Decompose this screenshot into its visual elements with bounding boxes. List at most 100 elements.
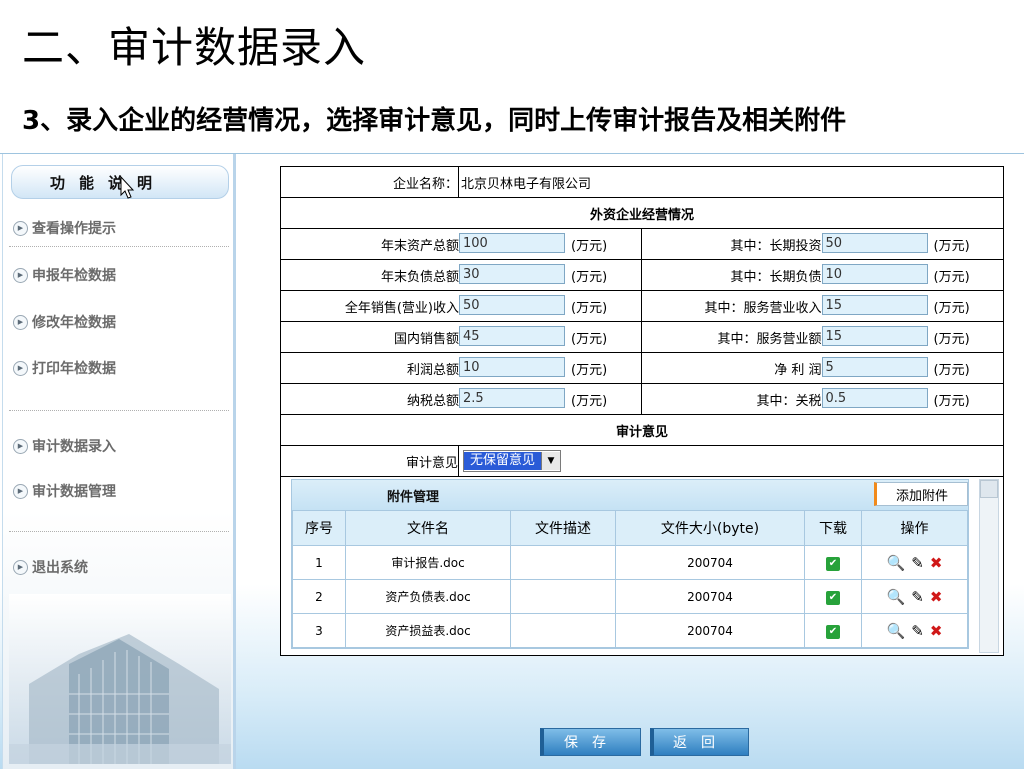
amount-input[interactable]: [459, 326, 565, 346]
sidebar-item-audit-manage[interactable]: ▶ 审计数据管理: [13, 480, 116, 502]
slide-subtitle: 3、录入企业的经营情况，选择审计意见，同时上传审计报告及相关附件: [22, 106, 847, 136]
field-label: 国内销售额: [393, 331, 459, 347]
left-cell: 利润总额 (万元): [281, 353, 642, 383]
opinion-select[interactable]: 无保留意见 ▼: [463, 450, 562, 472]
opinion-label: 审计意见: [281, 446, 459, 476]
amount-input[interactable]: [821, 233, 928, 253]
file-description: [510, 579, 616, 614]
amount-input[interactable]: [821, 326, 928, 346]
download-icon[interactable]: ✔: [826, 590, 840, 605]
left-cell: 纳税总额 (万元): [281, 384, 642, 414]
left-cell: 国内销售额 (万元): [281, 322, 642, 352]
section-header-row: 外资企业经营情况: [281, 198, 1003, 229]
chevron-down-icon[interactable]: ▼: [541, 452, 561, 470]
unit-label: (万元): [933, 269, 970, 285]
unit-label: (万元): [571, 393, 608, 409]
data-row: 年末负债总额 (万元) 其中：长期负债 (万元): [281, 260, 1003, 291]
arrow-right-icon: ▶: [13, 314, 28, 330]
left-cell: 年末负债总额 (万元): [281, 260, 642, 290]
delete-icon[interactable]: ✖: [930, 588, 943, 606]
edit-icon[interactable]: ✎: [911, 588, 924, 606]
sidebar-item-label: 修改年检数据: [32, 315, 116, 331]
right-cell: 其中：关税 (万元): [642, 384, 1004, 414]
arrow-right-icon: ▶: [13, 267, 28, 283]
right-cell: 其中：服务营业收入 (万元): [642, 291, 1004, 321]
sidebar-item-submit-annual[interactable]: ▶ 申报年检数据: [13, 264, 116, 286]
sidebar-item-label: 审计数据管理: [32, 484, 116, 500]
divider: [9, 246, 229, 247]
scroll-up-button[interactable]: [980, 480, 998, 498]
left-cell: 全年销售(营业)收入 (万元): [281, 291, 642, 321]
sidebar-item-audit-entry[interactable]: ▶ 审计数据录入: [13, 435, 116, 457]
arrow-right-icon: ▶: [13, 360, 28, 376]
add-attachment-button[interactable]: 添加附件: [874, 482, 968, 506]
back-button[interactable]: 返回: [650, 728, 749, 756]
attachment-title: 附件管理: [387, 489, 440, 505]
sidebar-item-label: 打印年检数据: [32, 361, 116, 377]
right-cell: 净 利 润 (万元): [642, 353, 1004, 383]
amount-input[interactable]: [821, 264, 928, 284]
amount-input[interactable]: [821, 295, 928, 315]
amount-input[interactable]: [459, 264, 565, 284]
unit-label: (万元): [571, 269, 608, 285]
amount-input[interactable]: [821, 388, 928, 408]
data-row: 纳税总额 (万元) 其中：关税 (万元): [281, 384, 1003, 415]
view-icon[interactable]: 🔍: [887, 588, 906, 606]
table-row: 1 审计报告.doc 200704 ✔ 🔍 ✎ ✖: [292, 545, 968, 580]
divider: [9, 531, 229, 532]
sidebar-item-label: 申报年检数据: [32, 268, 116, 284]
amount-input[interactable]: [459, 388, 565, 408]
row-number: 1: [292, 545, 346, 580]
data-row: 利润总额 (万元) 净 利 润 (万元): [281, 353, 1003, 384]
sidebar-item-view-tips[interactable]: ▶ 查看操作提示: [13, 217, 116, 239]
field-label: 其中：长期投资: [730, 238, 822, 254]
sidebar-item-edit-annual[interactable]: ▶ 修改年检数据: [13, 311, 116, 333]
arrow-right-icon: ▶: [13, 559, 28, 575]
unit-label: (万元): [933, 238, 970, 254]
sidebar-item-label: 退出系统: [32, 560, 88, 576]
file-size: 200704: [615, 545, 805, 580]
attachment-box: 附件管理 添加附件 序号 文件名 文件描述 文件大小(byte) 下载 操作 1…: [291, 479, 969, 649]
arrow-right-icon: ▶: [13, 220, 28, 236]
download-cell: ✔: [804, 579, 862, 614]
view-icon[interactable]: 🔍: [887, 554, 906, 572]
right-cell: 其中：长期投资 (万元): [642, 229, 1004, 259]
audit-form: 企业名称： 北京贝林电子有限公司 外资企业经营情况 年末资产总额 (万元) 其中…: [280, 166, 1004, 656]
download-icon[interactable]: ✔: [826, 556, 840, 571]
unit-label: (万元): [933, 393, 970, 409]
edit-icon[interactable]: ✎: [911, 622, 924, 640]
right-cell: 其中：服务营业额 (万元): [642, 322, 1004, 352]
sidebar-item-label: 审计数据录入: [32, 439, 116, 455]
scrollbar[interactable]: [979, 479, 999, 653]
actions-cell: 🔍 ✎ ✖: [861, 545, 968, 580]
opinion-row: 审计意见 无保留意见 ▼: [281, 446, 1003, 476]
unit-label: (万元): [933, 331, 970, 347]
download-icon[interactable]: ✔: [826, 624, 840, 639]
data-row: 年末资产总额 (万元) 其中：长期投资 (万元): [281, 229, 1003, 260]
file-name: 审计报告.doc: [345, 545, 511, 580]
amount-input[interactable]: [459, 233, 565, 253]
attachment-panel: 附件管理 添加附件 序号 文件名 文件描述 文件大小(byte) 下载 操作 1…: [281, 476, 1003, 655]
file-size: 200704: [615, 613, 805, 648]
sidebar-item-label: 查看操作提示: [32, 221, 116, 237]
view-icon[interactable]: 🔍: [887, 622, 906, 640]
column-header: 文件名: [345, 510, 511, 546]
amount-input[interactable]: [459, 295, 565, 315]
amount-input[interactable]: [821, 357, 928, 377]
attachment-header: 附件管理 添加附件: [292, 480, 968, 510]
field-label: 其中：关税: [756, 393, 822, 409]
edit-icon[interactable]: ✎: [911, 554, 924, 572]
delete-icon[interactable]: ✖: [930, 622, 943, 640]
unit-label: (万元): [571, 362, 608, 378]
sidebar-item-print-annual[interactable]: ▶ 打印年检数据: [13, 357, 116, 379]
field-label: 其中：长期负债: [730, 269, 822, 285]
building-image: [9, 594, 231, 764]
save-button[interactable]: 保存: [540, 728, 641, 756]
file-name: 资产负债表.doc: [345, 579, 511, 614]
amount-input[interactable]: [459, 357, 565, 377]
column-header: 下载: [804, 510, 862, 546]
sidebar-item-logout[interactable]: ▶ 退出系统: [13, 556, 88, 578]
opinion-cell: 无保留意见 ▼: [459, 446, 1003, 476]
section-title-operations: 外资企业经营情况: [589, 207, 694, 223]
delete-icon[interactable]: ✖: [930, 554, 943, 572]
